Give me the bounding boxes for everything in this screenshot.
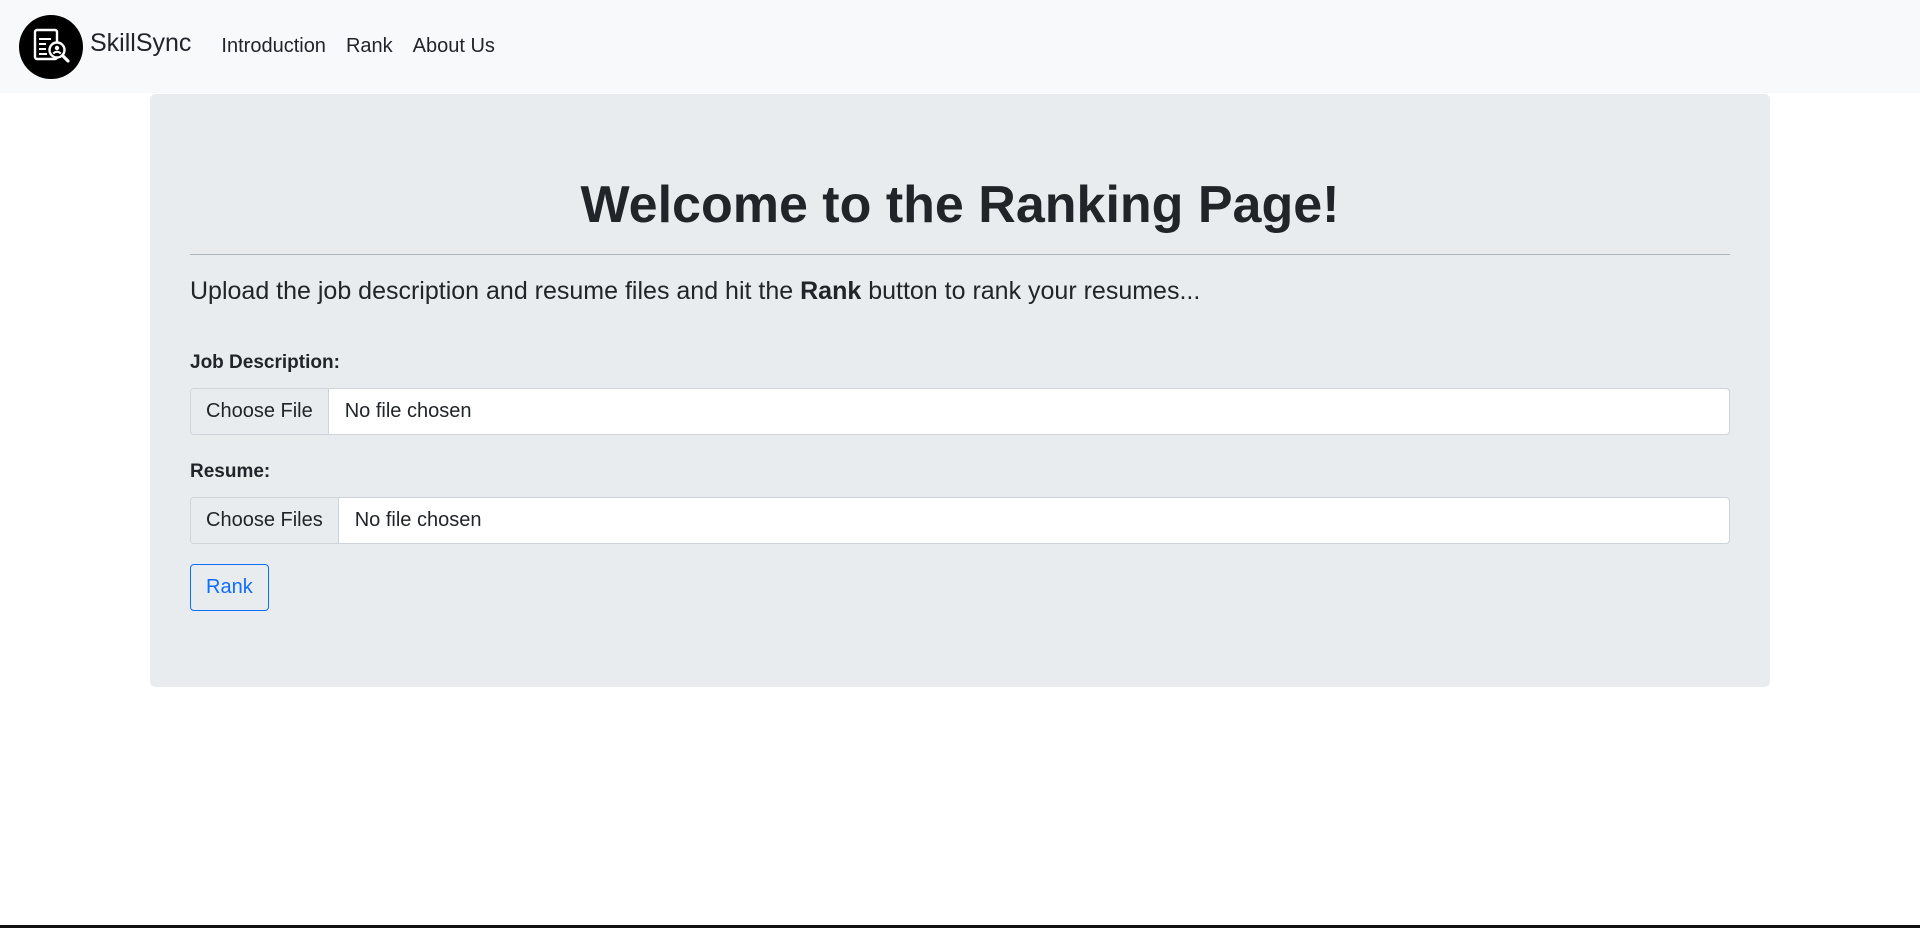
brand-link[interactable]: SkillSync bbox=[19, 14, 192, 79]
rank-button[interactable]: Rank bbox=[190, 564, 269, 612]
job-description-file-status: No file chosen bbox=[344, 400, 472, 423]
job-description-label: Job Description: bbox=[190, 352, 340, 374]
document-search-icon bbox=[19, 14, 83, 79]
job-description-file-input[interactable]: Choose File No file chosen bbox=[190, 388, 1730, 436]
resume-choose-button[interactable]: Choose Files bbox=[191, 498, 339, 544]
nav-links: Introduction Rank About Us bbox=[221, 35, 514, 58]
navbar: SkillSync Introduction Rank About Us bbox=[0, 0, 1920, 93]
nav-link-rank[interactable]: Rank bbox=[346, 35, 393, 58]
title-divider bbox=[190, 254, 1730, 256]
page-title: Welcome to the Ranking Page! bbox=[580, 176, 1340, 234]
instructions-before: Upload the job description and resume fi… bbox=[190, 277, 801, 306]
instructions-bold: Rank bbox=[800, 277, 862, 306]
ranking-panel: Welcome to the Ranking Page! Upload the … bbox=[150, 94, 1770, 687]
instructions-after: button to rank your resumes... bbox=[861, 277, 1201, 306]
nav-link-about-us[interactable]: About Us bbox=[413, 35, 495, 58]
resume-file-status: No file chosen bbox=[354, 509, 482, 532]
job-description-choose-button[interactable]: Choose File bbox=[191, 389, 329, 435]
brand-name: SkillSync bbox=[90, 29, 192, 57]
nav-link-introduction[interactable]: Introduction bbox=[221, 35, 326, 58]
resume-label: Resume: bbox=[190, 461, 271, 483]
resume-file-input[interactable]: Choose Files No file chosen bbox=[190, 497, 1730, 545]
instructions-text: Upload the job description and resume fi… bbox=[190, 277, 1730, 306]
